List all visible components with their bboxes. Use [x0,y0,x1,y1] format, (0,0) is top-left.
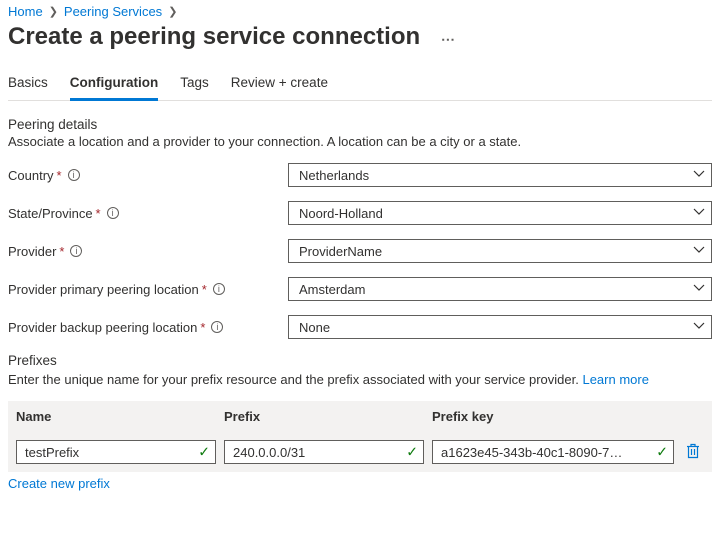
label-provider: Provider * i [8,244,288,259]
check-icon: ✓ [656,444,668,461]
prefixes-table-header: Name Prefix Prefix key [8,401,712,432]
tab-bar: Basics Configuration Tags Review + creat… [8,69,712,101]
breadcrumb-peering-services[interactable]: Peering Services [64,4,162,19]
required-marker: * [200,320,205,335]
chevron-down-icon [693,206,705,221]
check-icon: ✓ [198,444,210,461]
label-primary-location: Provider primary peering location * i [8,282,288,297]
breadcrumb: Home ❯ Peering Services ❯ [8,4,712,19]
info-icon[interactable]: i [213,283,225,295]
required-marker: * [57,168,62,183]
info-icon[interactable]: i [211,321,223,333]
chevron-down-icon [693,320,705,335]
select-country[interactable]: Netherlands [288,163,712,187]
delete-icon[interactable] [686,443,700,462]
prefixes-table: Name Prefix Prefix key ✓ ✓ ✓ [8,401,712,472]
prefix-key-input[interactable] [432,440,674,464]
chevron-right-icon: ❯ [49,5,58,18]
tab-configuration[interactable]: Configuration [70,69,158,101]
label-country: Country * i [8,168,288,183]
learn-more-link[interactable]: Learn more [582,372,648,387]
section-peering-details-title: Peering details [8,117,712,132]
create-new-prefix-link[interactable]: Create new prefix [8,476,110,491]
table-row: ✓ ✓ ✓ [8,432,712,472]
check-icon: ✓ [406,444,418,461]
tab-tags[interactable]: Tags [180,69,209,101]
field-provider: Provider * i ProviderName [8,239,712,263]
label-state: State/Province * i [8,206,288,221]
col-header-name: Name [16,409,216,424]
prefix-value-input[interactable] [224,440,424,464]
section-prefixes-desc: Enter the unique name for your prefix re… [8,372,712,387]
tab-basics[interactable]: Basics [8,69,48,101]
label-backup-location: Provider backup peering location * i [8,320,288,335]
info-icon[interactable]: i [68,169,80,181]
required-marker: * [202,282,207,297]
select-primary-location[interactable]: Amsterdam [288,277,712,301]
col-header-key: Prefix key [432,409,674,424]
required-marker: * [96,206,101,221]
select-state[interactable]: Noord-Holland [288,201,712,225]
chevron-down-icon [693,244,705,259]
field-country: Country * i Netherlands [8,163,712,187]
tab-review-create[interactable]: Review + create [231,69,328,101]
more-menu-button[interactable]: ⋯ [441,31,456,47]
select-backup-location[interactable]: None [288,315,712,339]
section-peering-details-desc: Associate a location and a provider to y… [8,134,712,149]
chevron-down-icon [693,168,705,183]
field-primary-location: Provider primary peering location * i Am… [8,277,712,301]
breadcrumb-home[interactable]: Home [8,4,43,19]
info-icon[interactable]: i [70,245,82,257]
prefix-name-input[interactable] [16,440,216,464]
select-provider[interactable]: ProviderName [288,239,712,263]
field-backup-location: Provider backup peering location * i Non… [8,315,712,339]
chevron-down-icon [693,282,705,297]
info-icon[interactable]: i [107,207,119,219]
col-header-prefix: Prefix [224,409,424,424]
page-title: Create a peering service connection ⋯ [8,23,712,51]
section-prefixes-title: Prefixes [8,353,712,368]
field-state: State/Province * i Noord-Holland [8,201,712,225]
chevron-right-icon: ❯ [168,5,177,18]
required-marker: * [59,244,64,259]
